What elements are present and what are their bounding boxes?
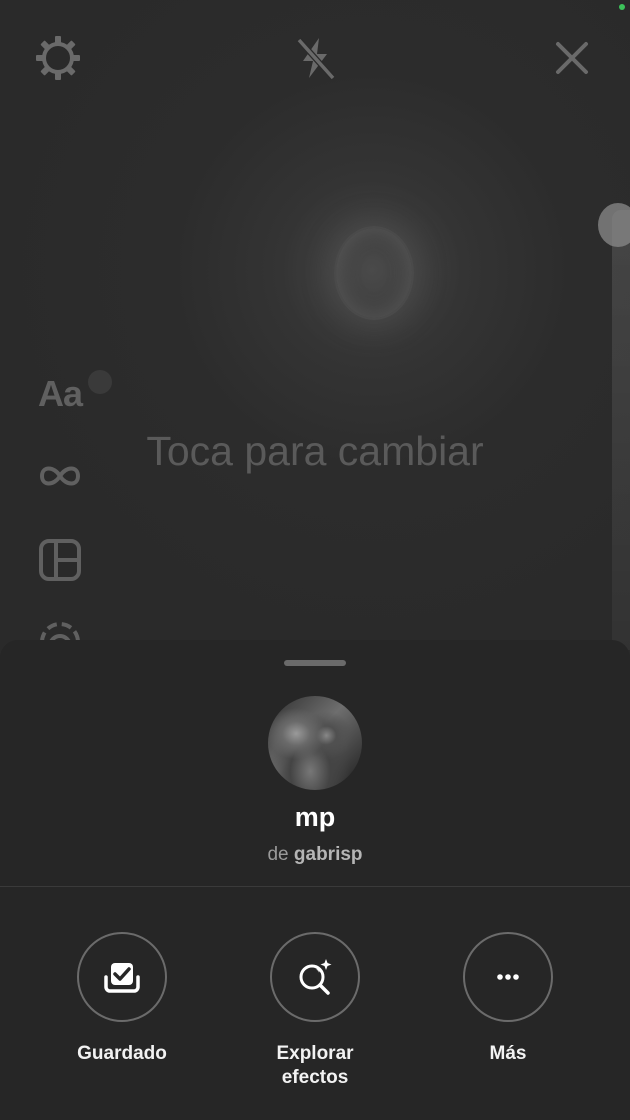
settings-button[interactable] — [34, 34, 82, 82]
sheet-grabber[interactable] — [284, 660, 346, 666]
saved-button-circle[interactable] — [77, 932, 167, 1022]
tap-to-change-hint[interactable]: Toca para cambiar — [0, 428, 630, 475]
superzoom-tool-button[interactable] — [32, 620, 88, 642]
effect-creator[interactable]: de gabrisp — [0, 844, 630, 866]
creator-username[interactable]: gabrisp — [294, 844, 363, 865]
saved-label: Guardado — [77, 1043, 167, 1064]
layout-tool-button[interactable] — [32, 536, 88, 584]
flash-toggle-button[interactable] — [291, 34, 339, 82]
more-icon — [497, 974, 519, 980]
close-button[interactable] — [548, 34, 596, 82]
zoom-slider-knob[interactable] — [598, 203, 630, 247]
creator-avatar[interactable] — [268, 696, 362, 790]
explore-effects-label: Explorar efectos — [276, 1043, 354, 1088]
camera-active-indicator — [619, 4, 625, 10]
more-button[interactable]: Más — [428, 932, 588, 1066]
explore-effects-circle[interactable] — [270, 932, 360, 1022]
text-tool-button[interactable]: Aa — [32, 370, 88, 418]
layout-icon — [39, 539, 81, 581]
effect-preview-ring — [334, 226, 414, 320]
text-tool-label: Aa — [37, 373, 83, 414]
superzoom-icon — [40, 622, 80, 642]
saved-icon — [104, 963, 140, 993]
creator-prefix: de — [267, 844, 289, 865]
flash-off-icon — [296, 37, 336, 81]
tool-indicator-dot — [88, 370, 112, 394]
gear-icon — [36, 36, 80, 80]
camera-viewfinder[interactable]: Aa Toca para cambiar — [0, 0, 630, 660]
close-icon — [556, 42, 588, 74]
effect-name: mp — [294, 802, 336, 832]
more-button-circle[interactable] — [463, 932, 553, 1022]
saved-button[interactable]: Guardado — [42, 932, 202, 1066]
more-label: Más — [489, 1043, 527, 1064]
effect-info-sheet: mp de gabrisp Guardado Explorar efectos — [0, 640, 630, 1120]
explore-effects-icon — [299, 959, 332, 995]
sheet-divider — [0, 886, 630, 887]
explore-effects-button[interactable]: Explorar efectos — [235, 932, 395, 1090]
